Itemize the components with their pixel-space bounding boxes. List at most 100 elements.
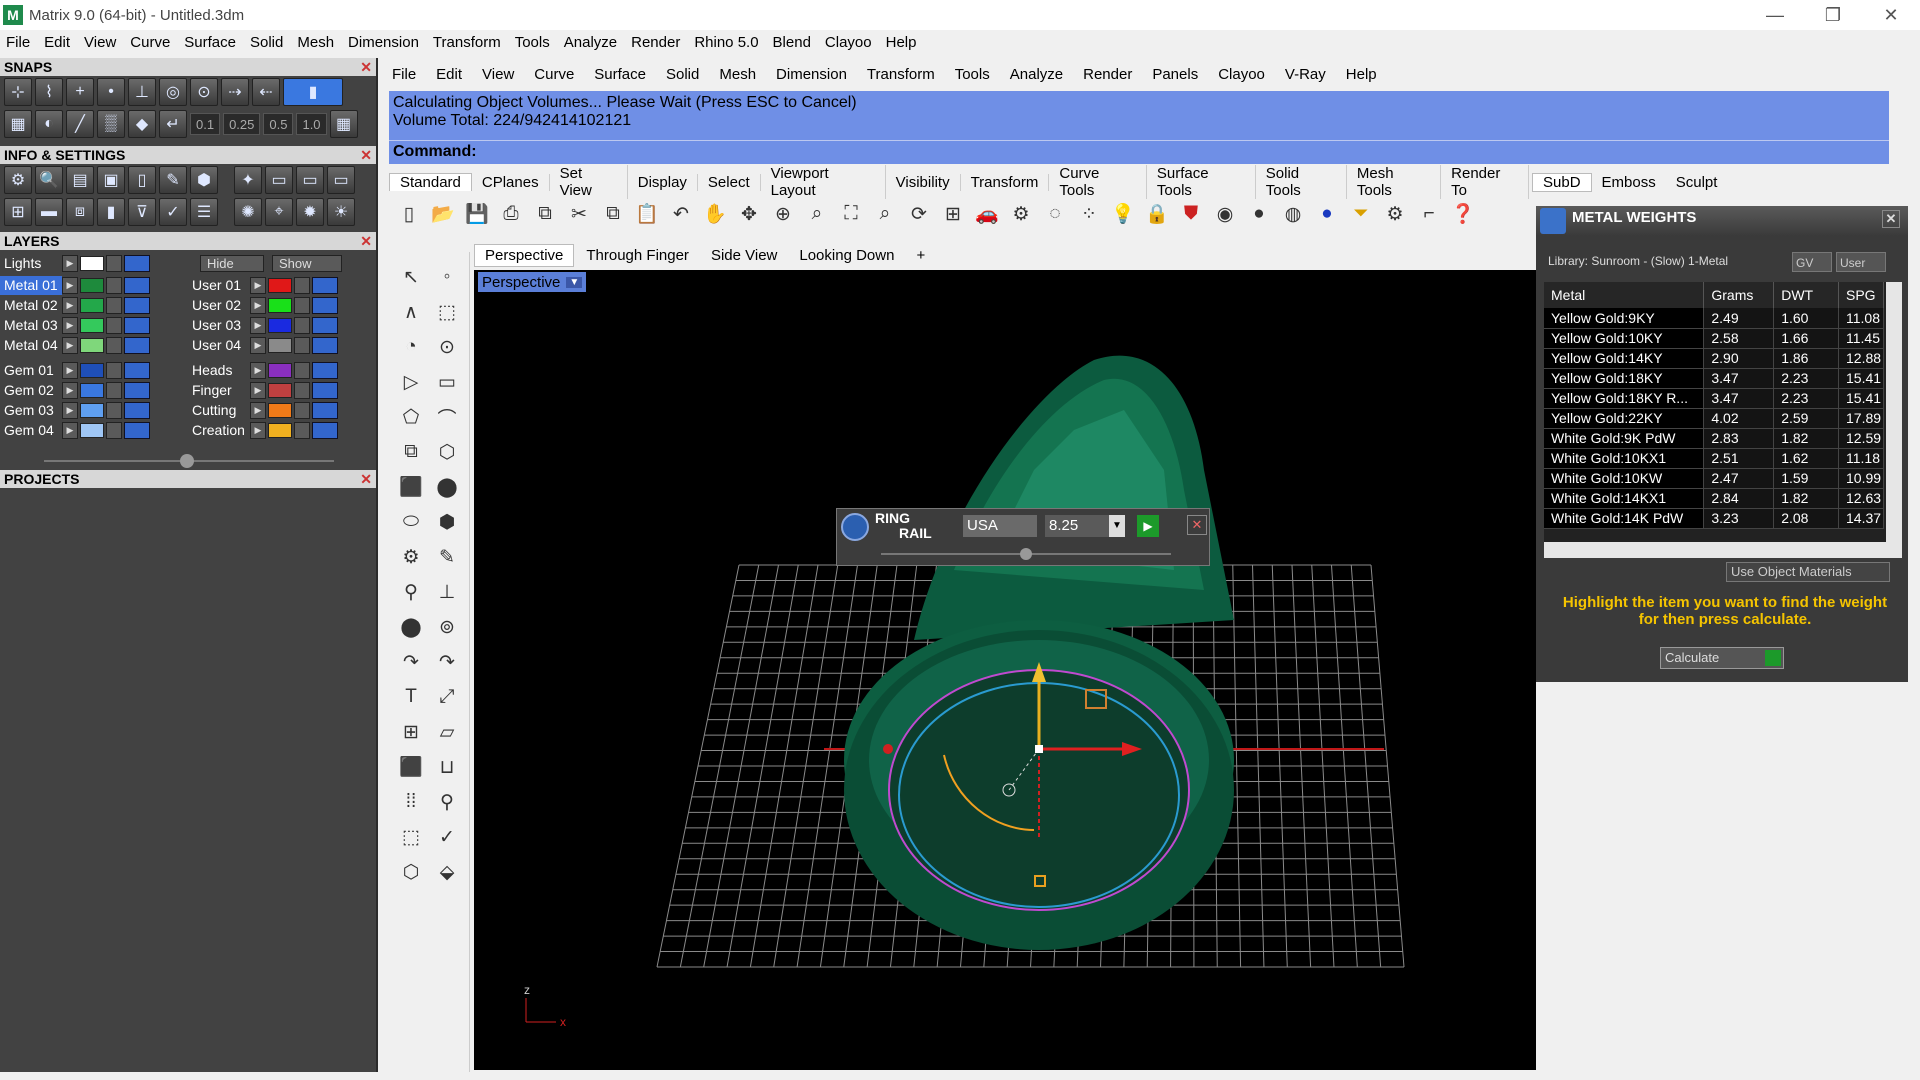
menu-item[interactable]: Transform bbox=[433, 34, 501, 51]
layer-name[interactable]: User 04 bbox=[188, 336, 250, 355]
lock-icon[interactable] bbox=[106, 337, 122, 354]
bend-icon[interactable]: ⌒ bbox=[432, 402, 462, 432]
right-tab[interactable]: SubD bbox=[1532, 172, 1592, 192]
end-snap-icon[interactable]: ⊹ bbox=[4, 78, 32, 106]
table-row[interactable]: White Gold:10KW 2.47 1.59 10.99 bbox=[1544, 468, 1884, 489]
minimize-panel-icon[interactable]: ▬ bbox=[35, 198, 63, 226]
layer-name[interactable]: User 01 bbox=[188, 276, 250, 295]
zoom-icon[interactable]: 🔍 bbox=[35, 166, 63, 194]
layer-row[interactable]: Finger ▶ bbox=[188, 381, 338, 400]
rhino-menu-item[interactable]: Render bbox=[1083, 66, 1132, 83]
visibility-icon[interactable] bbox=[124, 402, 150, 419]
toolbar-tab[interactable]: Render To bbox=[1441, 165, 1529, 199]
use-object-materials-select[interactable]: Use Object Materials bbox=[1726, 562, 1890, 582]
close-icon[interactable]: ✕ bbox=[360, 232, 372, 250]
shaded-sphere-icon[interactable]: ● bbox=[1245, 200, 1273, 228]
layout-icon[interactable]: ⊞ bbox=[4, 198, 32, 226]
layer-row[interactable]: User 04 ▶ bbox=[188, 336, 338, 355]
window-3-icon[interactable]: ▭ bbox=[327, 166, 355, 194]
rhino-menu-item[interactable]: Solid bbox=[666, 66, 699, 83]
user-button[interactable]: User bbox=[1836, 252, 1886, 272]
expand-icon[interactable]: ▶ bbox=[62, 362, 78, 379]
menu-item[interactable]: Dimension bbox=[348, 34, 419, 51]
zoom-in-icon[interactable]: ⊕ bbox=[769, 200, 797, 228]
circle-point-icon[interactable]: ◌ bbox=[1041, 200, 1069, 228]
grid-icon[interactable]: ▦ bbox=[4, 110, 32, 138]
pin-icon[interactable]: ⚲ bbox=[432, 787, 462, 817]
layer-name[interactable]: Gem 02 bbox=[0, 381, 62, 400]
lock-icon[interactable] bbox=[294, 277, 310, 294]
window-icon[interactable]: ▭ bbox=[265, 166, 293, 194]
toolbar-tab[interactable]: Surface Tools bbox=[1147, 165, 1256, 199]
toolbar-tab[interactable]: Viewport Layout bbox=[761, 165, 886, 199]
hatch-icon[interactable]: ▒ bbox=[97, 110, 125, 138]
visibility-icon[interactable] bbox=[124, 337, 150, 354]
check-icon[interactable]: ✓ bbox=[432, 822, 462, 852]
chevron-down-icon[interactable]: ▼ bbox=[566, 276, 583, 288]
menu-item[interactable]: View bbox=[84, 34, 116, 51]
minimize-icon[interactable]: — bbox=[1746, 0, 1804, 30]
gear-view-icon[interactable]: ⚙ bbox=[1007, 200, 1035, 228]
table-row[interactable]: Yellow Gold:10KY 2.58 1.66 11.45 bbox=[1544, 328, 1884, 349]
rotate-view-icon[interactable]: ⟳ bbox=[905, 200, 933, 228]
expand-icon[interactable]: ▶ bbox=[62, 337, 78, 354]
gem-icon[interactable]: ✦ bbox=[234, 166, 262, 194]
layer-name[interactable]: Metal 03 bbox=[0, 316, 62, 335]
sphere-icon[interactable]: ⬡ bbox=[432, 437, 462, 467]
close-icon[interactable]: ✕ bbox=[1882, 210, 1900, 228]
check-icon[interactable]: ✓ bbox=[159, 198, 187, 226]
viewport-tab[interactable]: Side View bbox=[701, 245, 787, 266]
bulb-icon[interactable]: 💡 bbox=[1109, 200, 1137, 228]
perspective-viewport[interactable]: z x bbox=[474, 270, 1536, 1070]
dimension-icon[interactable]: ⌐ bbox=[1415, 200, 1443, 228]
pave-icon[interactable]: ⬙ bbox=[432, 857, 462, 887]
lock-icon[interactable] bbox=[106, 277, 122, 294]
expand-icon[interactable]: ▶ bbox=[62, 255, 78, 272]
layer-name[interactable]: Metal 04 bbox=[0, 336, 62, 355]
ring-size-field[interactable]: 8.25 bbox=[1045, 515, 1109, 537]
visibility-icon[interactable] bbox=[312, 382, 338, 399]
menu-item[interactable]: Render bbox=[631, 34, 680, 51]
table-row[interactable]: White Gold:10KX1 2.51 1.62 11.18 bbox=[1544, 448, 1884, 469]
undo-icon[interactable]: ↶ bbox=[667, 200, 695, 228]
lock-icon[interactable] bbox=[106, 317, 122, 334]
blue-sphere-icon[interactable]: ● bbox=[1313, 200, 1341, 228]
surface-icon[interactable]: ⧉ bbox=[396, 437, 426, 467]
layer-row[interactable]: Metal 03 ▶ bbox=[0, 316, 150, 335]
rendered-sphere-icon[interactable]: ◍ bbox=[1279, 200, 1307, 228]
edit-icon[interactable]: ✎ bbox=[159, 166, 187, 194]
lock-icon[interactable] bbox=[106, 402, 122, 419]
curve-icon[interactable]: ▷ bbox=[396, 367, 426, 397]
copy-doc-icon[interactable]: ⧉ bbox=[531, 200, 559, 228]
layer-row[interactable]: Gem 03 ▶ bbox=[0, 401, 150, 420]
extrude-icon[interactable]: ⬛ bbox=[396, 752, 426, 782]
tan-snap-icon[interactable]: ◎ bbox=[159, 78, 187, 106]
snap-value-0[interactable]: 0.1 bbox=[190, 113, 221, 135]
layer-row[interactable]: Metal 04 ▶ bbox=[0, 336, 150, 355]
arrow-icon[interactable]: ↵ bbox=[159, 110, 187, 138]
toolbar-tab[interactable]: Solid Tools bbox=[1256, 165, 1347, 199]
solid-box-icon[interactable]: ⬛ bbox=[396, 472, 426, 502]
restore-icon[interactable]: ❐ bbox=[1804, 0, 1862, 30]
camera-icon[interactable]: ⌖ bbox=[265, 198, 293, 226]
window-2-icon[interactable]: ▭ bbox=[296, 166, 324, 194]
settings-icon[interactable]: ⚙ bbox=[4, 166, 32, 194]
layer-name[interactable]: User 02 bbox=[188, 296, 250, 315]
expand-icon[interactable]: ▶ bbox=[62, 382, 78, 399]
close-icon[interactable]: ✕ bbox=[1862, 0, 1920, 30]
expand-icon[interactable]: ▶ bbox=[250, 382, 266, 399]
layer-row[interactable]: User 03 ▶ bbox=[188, 316, 338, 335]
rhino-menu-item[interactable]: Dimension bbox=[776, 66, 847, 83]
layer-name[interactable]: Metal 01 bbox=[0, 276, 62, 295]
toolbar-tab[interactable]: Curve Tools bbox=[1049, 165, 1147, 199]
visibility-icon[interactable] bbox=[312, 422, 338, 439]
document-icon[interactable]: ▯ bbox=[128, 166, 156, 194]
knot-snap-icon[interactable]: ⇠ bbox=[252, 78, 280, 106]
array-icon[interactable]: ⊞ bbox=[396, 717, 426, 747]
toolbar-tab[interactable]: Mesh Tools bbox=[1347, 165, 1442, 199]
visibility-icon[interactable] bbox=[124, 255, 150, 272]
lock-icon[interactable] bbox=[294, 362, 310, 379]
show-button[interactable]: Show bbox=[272, 255, 342, 272]
close-icon[interactable]: ✕ bbox=[360, 58, 372, 76]
layer-color-swatch[interactable] bbox=[80, 338, 104, 353]
